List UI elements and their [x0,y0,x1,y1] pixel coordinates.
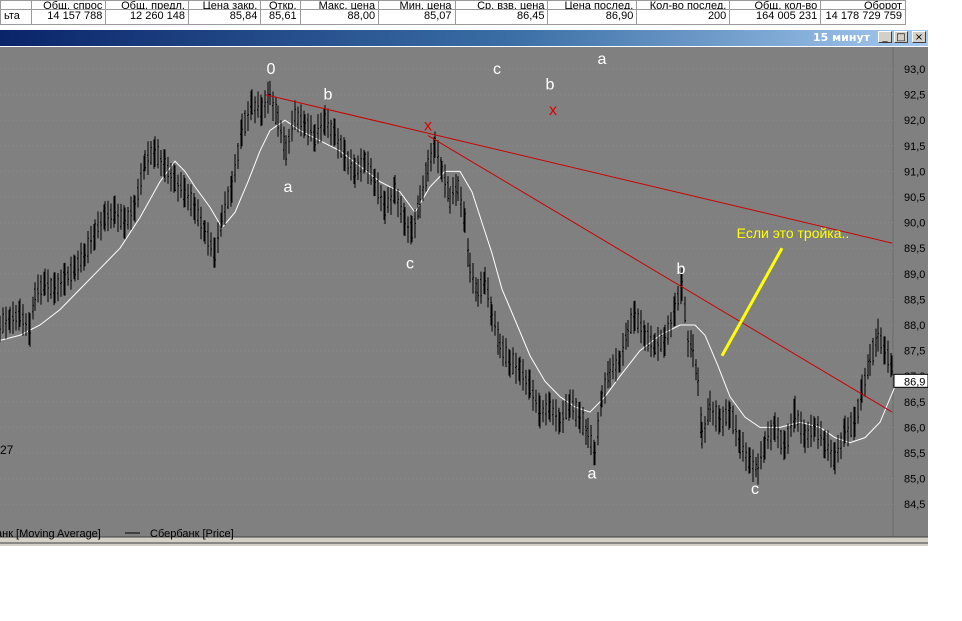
quote-cell: 85,84 [187,8,262,26]
y-tick-label: 90,5 [904,192,925,204]
wave-label: b [324,87,333,104]
header-cell[interactable]: Цена послед. [547,0,638,10]
y-tick-label: 85,0 [904,474,925,486]
header-cell[interactable]: Оборот [820,0,906,10]
y-tick-label: 88,0 [904,320,925,332]
price-chart[interactable]: 93,0 92,5 92,0 91,5 91,0 90,5 90,0 89,5 89,0 88,5… [0,47,928,546]
header-cell[interactable]: Макс. цена [299,0,380,10]
quote-row[interactable]: ьта 14 157 788 12 260 148 85,84 85,61 88… [0,8,906,26]
y-tick-label: 86,0 [904,422,925,434]
chart-window-titlebar[interactable]: 15 минут _ □ × [0,30,928,46]
y-tick-label: 89,0 [904,269,925,281]
quote-cell: 14 178 729 759 [820,8,906,26]
close-button[interactable]: × [912,31,926,43]
wave-label: a [598,51,607,68]
quote-cell: 86,90 [547,8,638,26]
header-cell[interactable]: Общ. спрос [30,0,107,10]
quote-cell: ьта [0,8,32,26]
header-cell[interactable]: Общ. кол-во [729,0,822,10]
y-tick-label: 86,5 [904,397,925,409]
header-cell[interactable]: Откр. [260,0,301,10]
legend-price: Сбербанк [Price] [150,528,234,540]
quote-cell: 200 [636,8,731,26]
quote-cell: 164 005 231 [729,8,822,26]
quote-header-row: Общ. спрос Общ. предл. Цена закр. Откр. … [0,0,906,10]
wave-label: b [677,261,686,278]
chart-area[interactable]: 93,0 92,5 92,0 91,5 91,0 90,5 90,0 89,5 89,0 88,5… [0,47,928,546]
y-tick-label: 85,5 [904,448,925,460]
header-cell [0,0,32,10]
y-tick-label: 84,5 [904,499,925,511]
quote-cell: 85,07 [378,8,456,26]
header-cell[interactable]: Мин. цена [378,0,456,10]
header-cell[interactable]: Кол-во послед. [636,0,731,10]
wave-label: b [546,76,555,93]
left-edge-label: 27 [0,443,14,457]
last-price-label: 86,9 [904,376,925,388]
quote-cell: 12 260 148 [105,8,189,26]
quote-cell: 86,45 [454,8,549,26]
header-cell[interactable]: Ср. взв. цена [454,0,549,10]
header-cell[interactable]: Цена закр. [187,0,262,10]
wave-label: x [424,117,432,134]
y-tick-label: 88,5 [904,294,925,306]
quote-cell: 88,00 [299,8,380,26]
wave-label: c [406,256,414,273]
y-tick-label: 91,5 [904,141,925,153]
wave-label: c [751,481,759,498]
minimize-button[interactable]: _ [878,31,892,43]
y-tick-label: 93,0 [904,64,925,76]
wave-label: a [588,466,597,483]
wave-label: a [284,179,293,196]
legend-moving-average: анк [Moving Average] [0,528,101,540]
y-tick-label: 87,5 [904,346,925,358]
annotation-text: Если это тройка.. [737,225,850,241]
y-tick-label: 90,0 [904,218,925,230]
wave-label: x [549,102,557,119]
y-tick-label: 92,5 [904,90,925,102]
quote-table: Общ. спрос Общ. предл. Цена закр. Откр. … [0,0,906,26]
wave-label: c [493,61,501,78]
maximize-button[interactable]: □ [894,31,908,43]
wave-label: 0 [267,61,276,78]
window-title: 15 минут [813,31,870,44]
quote-cell: 85,61 [260,8,301,26]
quote-cell: 14 157 788 [30,8,107,26]
y-tick-label: 89,5 [904,243,925,255]
header-cell[interactable]: Общ. предл. [105,0,189,10]
y-tick-label: 91,0 [904,166,925,178]
y-tick-label: 92,0 [904,115,925,127]
